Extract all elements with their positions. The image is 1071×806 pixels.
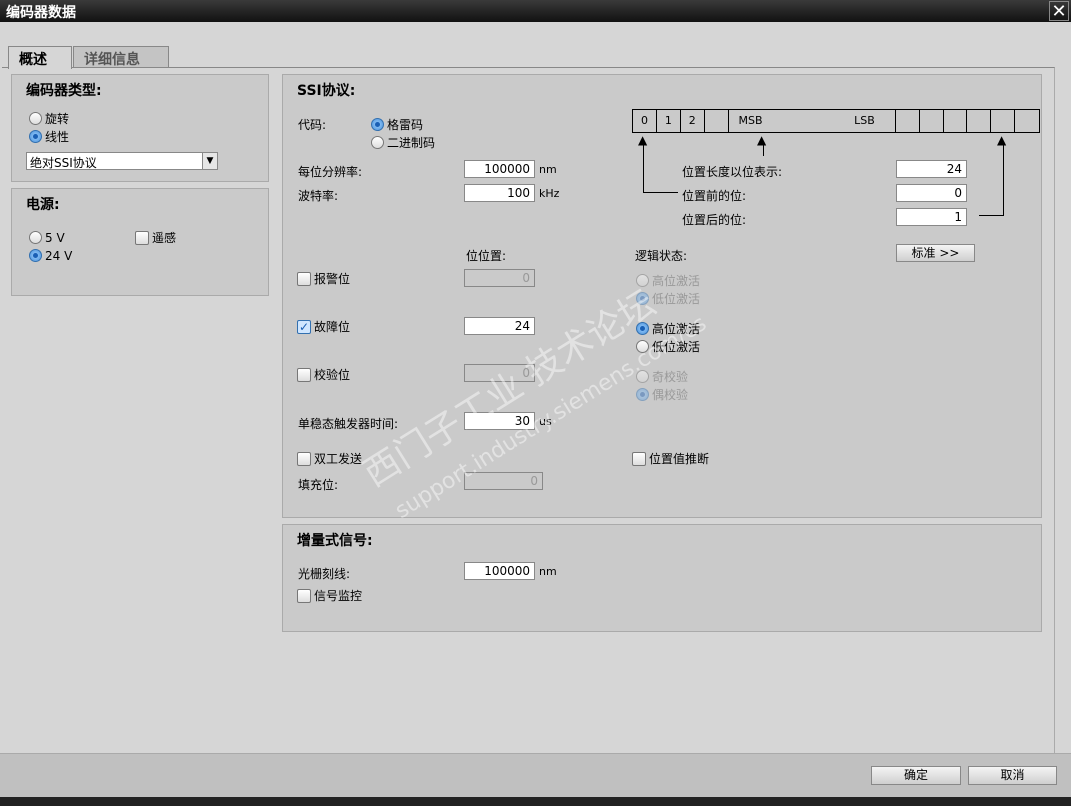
baud-label: 波特率: xyxy=(298,189,339,203)
bit-cell xyxy=(705,110,729,132)
radio-rotary[interactable]: 旋转 xyxy=(29,110,69,127)
fault-radio-low[interactable]: 低位激活 xyxy=(636,338,700,355)
bits-after-input[interactable]: 1 xyxy=(896,208,967,226)
fault-bit-checkbox[interactable]: ✓ 故障位 xyxy=(297,318,350,335)
bit-cell-msb-lsb: MSB LSB xyxy=(729,110,896,132)
alarm-radio-low: 低位激活 xyxy=(636,290,700,307)
bits-before-input[interactable]: 0 xyxy=(896,184,967,202)
code-label: 代码: xyxy=(298,118,327,132)
bits-after-label: 位置后的位: xyxy=(682,213,747,227)
title-bar: 编码器数据 xyxy=(0,0,1071,22)
close-icon[interactable]: ✕ xyxy=(1049,1,1069,22)
position-length-input[interactable]: 24 xyxy=(896,160,967,178)
bit-cell xyxy=(896,110,920,132)
baud-input[interactable]: 100 xyxy=(464,184,535,202)
ssi-title: SSI协议: xyxy=(297,83,356,99)
bit-cell xyxy=(967,110,992,132)
power-title: 电源: xyxy=(26,197,60,213)
bit-position-header: 位位置: xyxy=(466,249,507,263)
arrow-line xyxy=(643,192,678,193)
extrapolate-checkbox[interactable]: 位置值推断 xyxy=(632,450,709,467)
alarm-bit-input: 0 xyxy=(464,269,535,287)
duplex-checkbox[interactable]: 双工发送 xyxy=(297,450,362,467)
window-title: 编码器数据 xyxy=(6,5,76,21)
fill-bit-input: 0 xyxy=(464,472,543,490)
grating-unit: nm xyxy=(539,565,557,578)
bit-cell: 0 xyxy=(633,110,657,132)
signal-monitor-checkbox[interactable]: 信号监控 xyxy=(297,587,362,604)
alarm-radio-high: 高位激活 xyxy=(636,272,700,289)
incremental-panel: 增量式信号: xyxy=(282,524,1042,632)
parity-bit-input: 0 xyxy=(464,364,535,382)
tab-details[interactable]: 详细信息 xyxy=(73,46,169,68)
radio-gray-code[interactable]: 格雷码 xyxy=(371,116,423,133)
bit-cell xyxy=(944,110,968,132)
power-panel: 电源: 5 V 24 V 遥感 xyxy=(11,188,269,296)
monoflop-label: 单稳态触发器时间: xyxy=(298,417,399,431)
arrow-up-icon: ▲ xyxy=(757,133,767,147)
bit-cell xyxy=(991,110,1016,132)
radio-linear[interactable]: 线性 xyxy=(29,128,69,145)
monoflop-input[interactable]: 30 xyxy=(464,412,535,430)
ok-button[interactable]: 确定 xyxy=(871,766,961,785)
resolution-unit: nm xyxy=(539,163,557,176)
logic-state-header: 逻辑状态: xyxy=(635,249,688,263)
chevron-down-icon[interactable]: ▼ xyxy=(202,153,217,169)
fill-bit-label: 填充位: xyxy=(298,478,339,492)
bit-cell xyxy=(920,110,944,132)
incremental-title: 增量式信号: xyxy=(297,533,373,549)
radio-binary-code[interactable]: 二进制码 xyxy=(371,134,435,151)
encoder-type-title: 编码器类型: xyxy=(26,83,102,99)
radio-5v[interactable]: 5 V xyxy=(29,230,65,245)
monoflop-unit: us xyxy=(539,415,552,428)
encoder-type-panel: 编码器类型: 旋转 线性 绝对SSI协议 ▼ xyxy=(11,74,269,182)
parity-radio-even: 偶校验 xyxy=(636,386,688,403)
encoder-protocol-dropdown[interactable]: 绝对SSI协议 ▼ xyxy=(26,152,218,170)
tab-overview[interactable]: 概述 xyxy=(8,46,72,69)
cancel-button[interactable]: 取消 xyxy=(968,766,1057,785)
grating-input[interactable]: 100000 xyxy=(464,562,535,580)
alarm-bit-checkbox[interactable]: 报警位 xyxy=(297,270,350,287)
baud-unit: kHz xyxy=(539,187,560,200)
arrow-line xyxy=(979,215,1004,216)
arrow-line xyxy=(763,144,764,156)
bit-cell xyxy=(1015,110,1039,132)
remote-sense-checkbox[interactable]: 遥感 xyxy=(135,229,176,246)
bottom-strip xyxy=(0,797,1071,806)
position-length-label: 位置长度以位表示: xyxy=(682,165,783,179)
parity-radio-odd: 奇校验 xyxy=(636,368,688,385)
grating-label: 光栅刻线: xyxy=(298,567,351,581)
arrow-line xyxy=(643,144,644,193)
standard-button[interactable]: 标准 >> xyxy=(896,244,975,262)
bit-cell: 2 xyxy=(681,110,705,132)
fault-bit-input[interactable]: 24 xyxy=(464,317,535,335)
resolution-label: 每位分辨率: xyxy=(298,165,363,179)
resolution-input[interactable]: 100000 xyxy=(464,160,535,178)
fault-radio-high[interactable]: 高位激活 xyxy=(636,320,700,337)
arrow-up-icon: ▲ xyxy=(997,133,1007,147)
radio-24v[interactable]: 24 V xyxy=(29,248,72,263)
bit-cell: 1 xyxy=(657,110,681,132)
bit-frame-diagram: 0 1 2 MSB LSB xyxy=(632,109,1040,133)
arrow-line xyxy=(1003,144,1004,216)
bits-before-label: 位置前的位: xyxy=(682,189,747,203)
parity-bit-checkbox[interactable]: 校验位 xyxy=(297,366,350,383)
